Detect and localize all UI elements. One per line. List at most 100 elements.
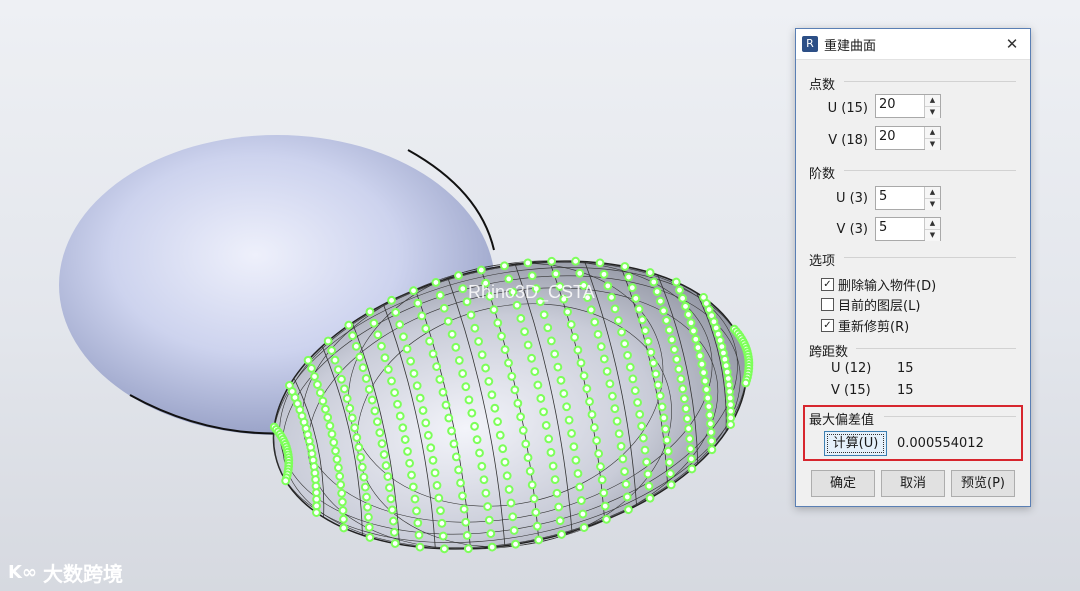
checkbox-checked-icon[interactable]: ✓ <box>821 278 834 291</box>
control-point <box>476 265 486 275</box>
control-point <box>426 443 436 453</box>
control-point <box>675 285 684 295</box>
control-point <box>337 488 347 498</box>
calculate-button[interactable]: 计算(U) <box>824 431 887 456</box>
option-label[interactable]: 删除输入物件(D) <box>838 275 936 294</box>
control-point <box>563 307 572 317</box>
control-point <box>487 390 497 400</box>
checkbox-checked-icon[interactable]: ✓ <box>821 319 834 332</box>
control-point <box>548 461 558 471</box>
points-u-value[interactable]: 20 <box>879 97 896 112</box>
control-point <box>651 369 661 379</box>
control-point <box>502 471 512 481</box>
control-point <box>461 382 471 392</box>
option-delete-input[interactable]: ✓ 删除输入物件(D) <box>821 275 936 294</box>
spin-down-icon[interactable]: ▼ <box>925 107 940 118</box>
control-point <box>575 268 585 278</box>
spin-up-icon[interactable]: ▲ <box>925 187 940 199</box>
dialog-titlebar[interactable]: R 重建曲面 ✕ <box>796 29 1030 60</box>
spin-down-icon[interactable]: ▼ <box>925 139 940 150</box>
control-point <box>327 429 337 439</box>
control-point <box>383 472 393 481</box>
degree-u-value[interactable]: 5 <box>879 189 887 204</box>
control-point <box>339 523 349 533</box>
option-label[interactable]: 目前的图层(L) <box>838 295 920 314</box>
control-point <box>638 433 648 443</box>
control-point <box>612 416 622 426</box>
control-point <box>462 531 472 540</box>
control-point <box>587 410 597 419</box>
max-deviation-value: 0.000554012 <box>897 436 984 451</box>
control-point <box>633 398 642 407</box>
control-point <box>614 316 623 325</box>
points-v-label: V (18) <box>828 133 868 148</box>
control-point <box>620 339 630 349</box>
option-current-layer[interactable]: 目前的图层(L) <box>821 295 920 314</box>
brand-logo-icon: K∞ <box>8 562 37 583</box>
control-point <box>627 283 637 293</box>
control-point <box>544 434 554 444</box>
cancel-button[interactable]: 取消 <box>881 470 945 497</box>
control-point <box>610 304 620 314</box>
control-point <box>470 421 479 431</box>
degree-u-stepper[interactable]: 5 ▲ ▼ <box>875 186 941 210</box>
control-point <box>666 480 676 490</box>
control-point <box>507 372 517 381</box>
degree-v-value[interactable]: 5 <box>879 220 887 235</box>
checkbox-unchecked-icon[interactable] <box>821 298 834 311</box>
control-point <box>400 435 410 444</box>
control-point <box>640 326 650 336</box>
control-point <box>662 316 671 325</box>
spin-down-icon[interactable]: ▼ <box>925 199 940 210</box>
control-point <box>402 344 412 354</box>
control-point <box>602 514 611 524</box>
control-point <box>421 324 431 333</box>
control-point <box>678 384 688 394</box>
spin-up-icon[interactable]: ▲ <box>925 95 940 107</box>
preview-button[interactable]: 预览(P) <box>951 470 1015 497</box>
control-point <box>571 455 581 465</box>
control-point <box>409 369 419 378</box>
control-point <box>477 461 487 471</box>
control-point <box>705 410 715 420</box>
control-point <box>707 436 716 446</box>
control-point <box>631 294 641 303</box>
control-point <box>430 468 440 478</box>
points-u-stepper[interactable]: 20 ▲ ▼ <box>875 94 941 118</box>
control-point <box>617 327 626 337</box>
control-point <box>511 539 520 549</box>
spin-up-icon[interactable]: ▲ <box>925 127 940 139</box>
control-point <box>630 386 640 396</box>
control-point <box>481 488 491 498</box>
control-point <box>597 475 607 485</box>
control-point <box>523 258 533 268</box>
points-v-stepper[interactable]: 20 ▲ ▼ <box>875 126 941 150</box>
control-point <box>337 497 347 507</box>
control-point <box>635 409 645 419</box>
control-point <box>741 378 751 388</box>
control-point <box>530 367 540 377</box>
control-point <box>345 403 355 413</box>
control-point <box>336 480 346 490</box>
control-point <box>466 310 476 320</box>
control-point <box>556 375 566 385</box>
points-v-value[interactable]: 20 <box>879 129 896 144</box>
control-point <box>640 445 650 455</box>
control-point <box>484 376 494 386</box>
control-point <box>380 353 390 363</box>
close-button[interactable]: ✕ <box>1002 34 1022 54</box>
control-point <box>504 485 514 494</box>
spin-down-icon[interactable]: ▼ <box>925 230 940 241</box>
control-point <box>435 375 445 384</box>
control-point <box>497 331 506 341</box>
spin-up-icon[interactable]: ▲ <box>925 218 940 230</box>
control-point <box>395 411 405 421</box>
control-point <box>644 481 654 491</box>
option-label[interactable]: 重新修剪(R) <box>838 316 909 335</box>
control-point <box>706 427 716 437</box>
control-point <box>624 505 633 515</box>
option-retrim[interactable]: ✓ 重新修剪(R) <box>821 316 909 335</box>
control-point <box>646 347 656 357</box>
degree-v-stepper[interactable]: 5 ▲ ▼ <box>875 217 941 241</box>
ok-button[interactable]: 确定 <box>811 470 875 497</box>
